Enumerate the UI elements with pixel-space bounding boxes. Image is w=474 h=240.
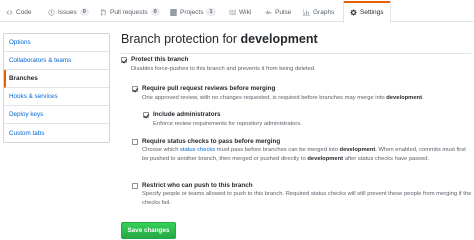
page-title-branch: development xyxy=(240,32,318,46)
status-checks-link[interactable]: status checks xyxy=(180,147,215,153)
include-admins-checkbox[interactable] xyxy=(143,112,149,118)
tab-label: Projects xyxy=(180,8,204,16)
tab-label: Pull requests xyxy=(110,8,148,16)
tab-pull-requests[interactable]: Pull requests 0 xyxy=(100,2,160,22)
tab-label: Issues xyxy=(58,8,77,16)
repo-nav-tabs: Code Issues 0 Pull requests 0 Projects 1… xyxy=(0,0,474,23)
protect-branch-checkbox[interactable] xyxy=(121,57,127,63)
project-icon xyxy=(170,8,177,16)
tab-issues[interactable]: Issues 0 xyxy=(48,2,89,22)
status-note-branch-2: development xyxy=(307,155,344,162)
gear-icon xyxy=(350,9,357,16)
sidebar-item-custom-tabs[interactable]: Custom tabs xyxy=(4,124,109,142)
sidebar-item-branches[interactable]: Branches xyxy=(4,70,109,88)
tab-label: Settings xyxy=(360,9,384,16)
tab-pulse[interactable]: Pulse xyxy=(265,2,291,22)
sidebar-item-deploy-keys[interactable]: Deploy keys xyxy=(4,106,109,124)
wiki-icon xyxy=(229,9,236,15)
tab-projects[interactable]: Projects 1 xyxy=(170,2,216,22)
require-reviews-checkbox[interactable] xyxy=(132,86,138,92)
pull-requests-count-badge: 0 xyxy=(150,8,160,16)
protect-branch-label: Protect this branch xyxy=(131,56,189,63)
issue-icon xyxy=(48,8,55,16)
pulse-icon xyxy=(265,9,272,15)
status-note-part-1: Choose which xyxy=(142,147,181,153)
require-status-checks-note: Choose which status checks must pass bef… xyxy=(142,146,472,163)
projects-count-badge: 1 xyxy=(206,8,216,16)
tab-code[interactable]: Code xyxy=(6,2,32,22)
tab-label: Pulse xyxy=(275,8,292,16)
tab-label: Code xyxy=(16,8,32,16)
pull-request-icon xyxy=(100,8,107,16)
include-admins-note: Enforce review requirements for reposito… xyxy=(153,121,302,127)
tab-label: Graphs xyxy=(313,8,335,16)
branch-protection-panel: Branch protection for development xyxy=(121,30,471,54)
tab-wiki[interactable]: Wiki xyxy=(229,2,251,22)
tab-settings[interactable]: Settings xyxy=(343,1,391,23)
require-reviews-note-suffix: . xyxy=(422,95,424,101)
require-status-checks-checkbox[interactable] xyxy=(132,139,138,145)
restrict-push-note: Specify people or teams allowed to push … xyxy=(142,191,472,206)
tab-label: Wiki xyxy=(239,8,252,16)
sidebar-item-hooks-services[interactable]: Hooks & services xyxy=(4,88,109,106)
require-reviews-note-text: One approved review, with no changes req… xyxy=(142,95,387,101)
require-reviews-label: Require pull request reviews before merg… xyxy=(142,85,276,92)
status-note-part-4: after status checks have passed. xyxy=(343,155,430,162)
protect-branch-note: Disables force-pushes to this branch and… xyxy=(131,66,316,72)
issues-count-badge: 0 xyxy=(79,8,89,16)
code-icon xyxy=(6,9,13,15)
graph-icon xyxy=(303,8,310,16)
page-title-prefix: Branch protection for xyxy=(121,32,241,46)
sidebar-item-options[interactable]: Options xyxy=(4,34,109,52)
settings-sidebar: Options Collaborators & teams Branches H… xyxy=(3,33,110,143)
status-note-part-2: must pass before branches can be merged … xyxy=(215,147,340,153)
status-note-branch: development xyxy=(339,147,376,153)
sidebar-item-collaborators-teams[interactable]: Collaborators & teams xyxy=(4,52,109,70)
restrict-push-checkbox[interactable] xyxy=(132,183,138,189)
require-status-checks-label: Require status checks to pass before mer… xyxy=(142,138,281,145)
page-title: Branch protection for development xyxy=(121,30,471,54)
include-admins-label: Include administrators xyxy=(153,111,221,118)
tab-graphs[interactable]: Graphs xyxy=(303,2,334,22)
save-changes-button[interactable]: Save changes xyxy=(121,222,176,239)
require-reviews-note: One approved review, with no changes req… xyxy=(142,94,472,103)
restrict-push-label: Restrict who can push to this branch xyxy=(142,182,253,189)
require-reviews-note-branch: development xyxy=(386,95,423,101)
